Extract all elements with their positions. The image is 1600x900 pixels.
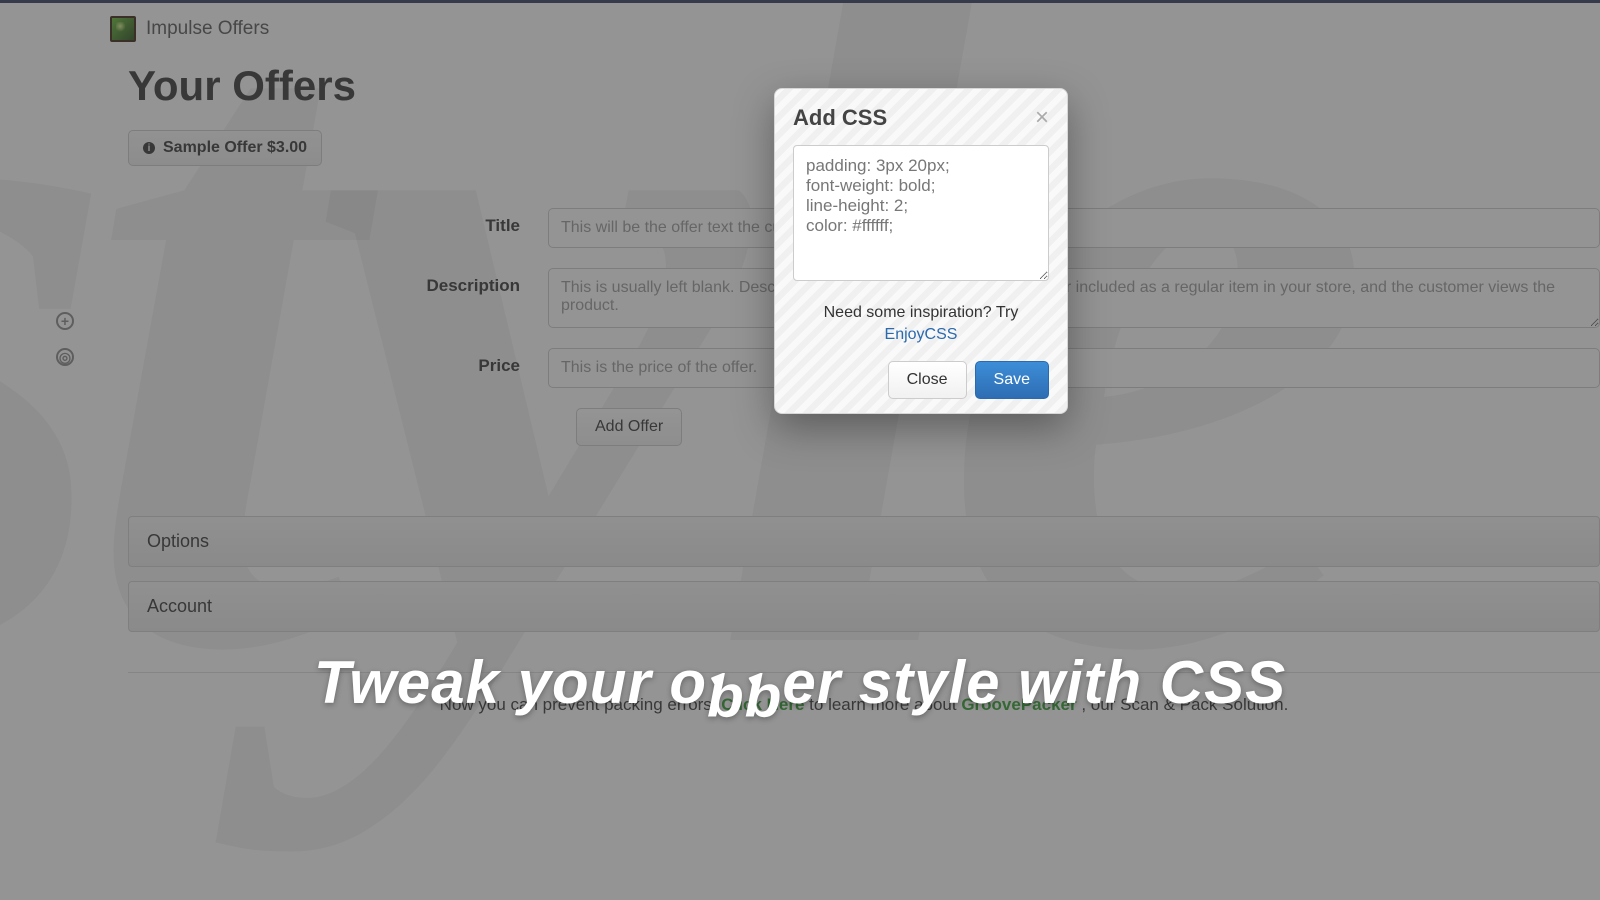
headline-part-c: er style with CSS: [782, 649, 1286, 716]
enjoycss-link[interactable]: EnjoyCSS: [885, 326, 958, 343]
modal-hint: Need some inspiration? Try EnjoyCSS: [793, 302, 1049, 347]
headline-part-a: Tweak your o: [314, 649, 707, 716]
headline-part-bb: ƅƅ: [707, 662, 782, 731]
modal-title: Add CSS: [793, 105, 887, 131]
marketing-headline: Tweak your oƅƅer style with CSS: [0, 648, 1600, 717]
close-icon[interactable]: ×: [1035, 106, 1049, 130]
save-button[interactable]: Save: [975, 361, 1049, 399]
close-button[interactable]: Close: [888, 361, 967, 399]
hint-prefix: Need some inspiration? Try: [824, 304, 1019, 321]
add-css-modal: Add CSS × padding: 3px 20px; font-weight…: [774, 88, 1068, 414]
css-textarea[interactable]: padding: 3px 20px; font-weight: bold; li…: [793, 145, 1049, 281]
